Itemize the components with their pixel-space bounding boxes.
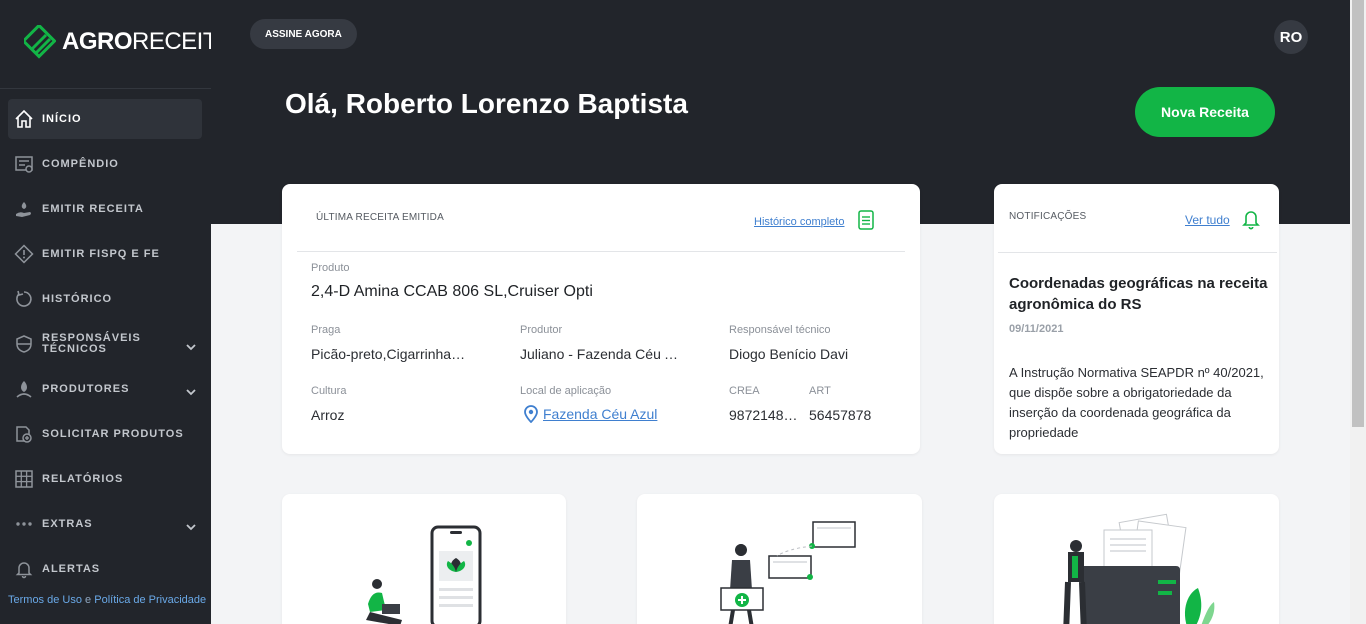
phone-illustration xyxy=(366,525,482,624)
sidebar-item-historico[interactable]: HISTÓRICO xyxy=(8,279,202,319)
local-link[interactable]: Fazenda Céu Azul xyxy=(524,405,704,423)
last-recipe-card: ÚLTIMA RECEITA EMITIDA Histórico complet… xyxy=(282,184,920,454)
sidebar-item-solicitar-produtos[interactable]: SOLICITAR PRODUTOS xyxy=(8,414,202,454)
sidebar-divider xyxy=(0,88,211,89)
sidebar-item-inicio[interactable]: INÍCIO xyxy=(8,99,202,139)
sidebar-item-label: EXTRAS xyxy=(42,517,93,530)
producer-icon xyxy=(13,378,35,400)
sidebar-item-emitir-receita[interactable]: EMITIR RECEITA xyxy=(8,189,202,229)
sidebar-item-label: PRODUTORES xyxy=(42,382,130,395)
sidebar-item-relatorios[interactable]: RELATÓRIOS xyxy=(8,459,202,499)
grid-report-icon xyxy=(13,468,35,490)
page-title: Olá, Roberto Lorenzo Baptista xyxy=(285,88,688,119)
sidebar-item-responsaveis-tecnicos[interactable]: RESPONSÁVEIS TÉCNICOS xyxy=(8,324,202,364)
sidebar-item-label: SOLICITAR PRODUTOS xyxy=(42,427,184,440)
history-link[interactable]: Histórico completo xyxy=(754,210,875,233)
terms-link[interactable]: Termos de Uso xyxy=(8,594,82,606)
see-all-link[interactable]: Ver tudo xyxy=(1185,213,1230,227)
produto-value: 2,4-D Amina CCAB 806 SL,Cruiser Opti xyxy=(311,283,593,300)
subscribe-button[interactable]: ASSINE AGORA xyxy=(250,19,357,49)
app-logo[interactable]: AGRORECEITA xyxy=(24,25,231,59)
map-pin-icon xyxy=(524,405,538,423)
chevron-down-icon[interactable] xyxy=(186,383,196,401)
illustration-card[interactable] xyxy=(637,494,922,624)
sidebar-item-label: HISTÓRICO xyxy=(42,292,113,305)
bell-icon[interactable] xyxy=(1241,208,1261,235)
sidebar-footer: Termos de Uso e Política de Privacidade xyxy=(8,594,206,606)
crea-value: 9872148552 xyxy=(729,407,805,423)
illustration-card[interactable] xyxy=(994,494,1279,624)
responsavel-value: Diogo Benício Davi xyxy=(729,346,849,362)
chevron-down-icon[interactable] xyxy=(186,338,196,356)
bell-icon xyxy=(13,558,35,580)
produto-label: Produto xyxy=(311,262,350,274)
compendium-icon xyxy=(13,153,35,175)
local-label: Local de aplicação xyxy=(520,385,612,397)
request-product-icon xyxy=(13,423,35,445)
crea-label: CREA xyxy=(729,385,760,397)
documents-folder-illustration xyxy=(1063,513,1215,624)
document-icon xyxy=(858,210,875,233)
praga-label: Praga xyxy=(311,324,341,336)
sidebar-item-compendio[interactable]: COMPÊNDIO xyxy=(8,144,202,184)
hand-plant-icon xyxy=(13,198,35,220)
illustration-card[interactable] xyxy=(282,494,566,624)
logo-mark-icon xyxy=(24,25,56,59)
sidebar-item-emitir-fispq[interactable]: EMITIR FISPQ E FE xyxy=(8,234,202,274)
produtor-label: Produtor xyxy=(520,324,563,336)
chevron-down-icon[interactable] xyxy=(186,518,196,536)
praga-value: Picão-preto,Cigarrinha-das-raízes xyxy=(311,346,469,362)
sidebar: AGRORECEITA INÍCIO COMPÊNDIO EMITIR RECE… xyxy=(0,0,231,624)
notification-title[interactable]: Coordenadas geográficas na receita agron… xyxy=(1009,273,1271,315)
sidebar-item-label: ALERTAS xyxy=(42,562,101,575)
card-divider xyxy=(297,251,905,252)
produtor-value: Juliano - Fazenda Céu Azul xyxy=(520,346,678,362)
shield-leaf-icon xyxy=(13,333,35,355)
home-icon xyxy=(13,108,35,130)
privacy-link[interactable]: Política de Privacidade xyxy=(94,594,206,606)
responsavel-label: Responsável técnico xyxy=(729,324,831,336)
local-value: Fazenda Céu Azul xyxy=(543,406,658,422)
card-title: ÚLTIMA RECEITA EMITIDA xyxy=(316,212,444,223)
notifications-card: NOTIFICAÇÕES Ver tudo Coordenadas geográ… xyxy=(994,184,1279,454)
sidebar-item-label: INÍCIO xyxy=(42,112,82,125)
card-divider xyxy=(998,252,1277,253)
sidebar-item-produtores[interactable]: PRODUTORES xyxy=(8,369,202,409)
cultura-label: Cultura xyxy=(311,385,347,397)
history-link-label: Histórico completo xyxy=(754,215,845,228)
sidebar-item-label: RELATÓRIOS xyxy=(42,472,124,485)
sidebar-item-label: EMITIR RECEITA xyxy=(42,202,144,215)
person-screens-illustration xyxy=(720,521,856,624)
history-icon xyxy=(13,288,35,310)
dots-icon xyxy=(13,513,35,535)
cultura-value: Arroz xyxy=(311,407,345,423)
sidebar-item-extras[interactable]: EXTRAS xyxy=(8,504,202,544)
sidebar-item-label: RESPONSÁVEIS TÉCNICOS xyxy=(42,332,141,355)
sidebar-item-label: EMITIR FISPQ E FE xyxy=(42,247,160,260)
avatar[interactable]: RO xyxy=(1274,20,1308,54)
art-label: ART xyxy=(809,385,831,397)
new-recipe-button[interactable]: Nova Receita xyxy=(1135,87,1275,137)
notification-body: A Instrução Normativa SEAPDR nº 40/2021,… xyxy=(1009,365,1264,440)
footer-conjunction: e xyxy=(85,594,92,606)
logo-text: AGRORECEITA xyxy=(62,28,231,55)
sidebar-item-alertas[interactable]: ALERTAS xyxy=(8,549,202,589)
notification-date: 09/11/2021 xyxy=(1009,323,1064,335)
art-value: 56457878 xyxy=(809,407,872,423)
notifications-title: NOTIFICAÇÕES xyxy=(1009,211,1087,222)
sidebar-item-label: COMPÊNDIO xyxy=(42,157,119,170)
warning-diamond-icon xyxy=(13,243,35,265)
page-scrollbar-thumb[interactable] xyxy=(1352,0,1364,427)
sidebar-nav: INÍCIO COMPÊNDIO EMITIR RECEITA EMITIR F… xyxy=(8,99,202,594)
